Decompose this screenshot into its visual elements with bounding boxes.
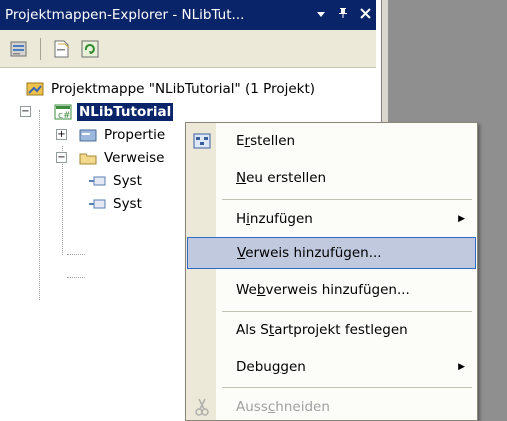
tree-guide-line [67, 277, 85, 278]
references-folder-icon [79, 149, 97, 167]
menu-item-label: Ausschneiden [236, 399, 330, 415]
properties-label: Propertie [104, 127, 166, 143]
toolbar-separator [40, 37, 41, 60]
panel-titlebar[interactable]: Projektmappen-Explorer - NLibTut... [0, 0, 376, 30]
solution-label: Projektmappe "NLibTutorial" (1 Projekt) [51, 81, 316, 97]
show-all-files-icon[interactable] [51, 38, 73, 60]
menu-item-label: Erstellen [236, 133, 296, 149]
menu-item-rebuild[interactable]: Neu erstellen [186, 162, 477, 194]
assembly-reference-icon [88, 172, 106, 190]
menu-item-label: Als Startprojekt festlegen [236, 322, 408, 338]
menu-separator [222, 199, 472, 200]
menu-separator [222, 387, 472, 388]
svg-text:c#: c# [58, 111, 71, 121]
panel-title: Projektmappen-Explorer - NLibTut... [5, 7, 245, 23]
menu-item-debug[interactable]: Debuggen ▶ [186, 351, 477, 383]
tree-node-properties[interactable]: + Propertie [56, 124, 167, 146]
reference-label: Syst [113, 196, 142, 212]
menu-item-label: Neu erstellen [236, 170, 327, 186]
expand-expander[interactable]: + [56, 129, 67, 140]
properties-icon[interactable] [8, 38, 30, 60]
tree-node-reference[interactable]: Syst [88, 193, 144, 215]
tree-node-solution[interactable]: Projektmappe "NLibTutorial" (1 Projekt) [26, 78, 317, 100]
menu-item-label: Hinzufügen [236, 211, 313, 227]
references-label: Verweise [104, 150, 165, 166]
tree-node-references[interactable]: − Verweise [56, 147, 166, 169]
explorer-toolbar [0, 30, 376, 68]
refresh-icon[interactable] [79, 38, 101, 60]
scissors-icon [192, 397, 212, 417]
menu-item-cut[interactable]: Ausschneiden [186, 391, 477, 421]
tree-guide-line [39, 110, 40, 300]
menu-item-set-startup-project[interactable]: Als Startprojekt festlegen [186, 314, 477, 346]
submenu-arrow-icon: ▶ [458, 214, 465, 224]
menu-item-label: Webverweis hinzufügen... [236, 282, 410, 298]
menu-item-label: Verweis hinzufügen... [237, 245, 382, 261]
tree-node-reference[interactable]: Syst [88, 170, 144, 192]
solution-icon [26, 80, 44, 98]
assembly-reference-icon [88, 195, 106, 213]
reference-label: Syst [113, 173, 142, 189]
collapse-expander[interactable]: − [56, 152, 67, 163]
menu-item-add-reference[interactable]: Verweis hinzufügen... [187, 237, 476, 269]
context-menu: Erstellen Neu erstellen Hinzufügen ▶ Ver… [185, 122, 478, 421]
close-icon[interactable] [354, 7, 376, 23]
menu-item-label: Debuggen [236, 359, 306, 375]
menu-item-build[interactable]: Erstellen [186, 125, 477, 157]
window-position-dropdown-icon[interactable] [310, 8, 332, 23]
auto-hide-pin-icon[interactable] [332, 7, 354, 23]
properties-folder-icon [79, 126, 97, 144]
menu-item-add[interactable]: Hinzufügen ▶ [186, 203, 477, 235]
project-label: NLibTutorial [77, 103, 174, 121]
menu-item-add-web-reference[interactable]: Webverweis hinzufügen... [186, 274, 477, 306]
menu-separator [222, 311, 472, 312]
tree-guide-line [67, 254, 85, 255]
tree-node-project[interactable]: − c# NLibTutorial [20, 101, 174, 123]
submenu-arrow-icon: ▶ [458, 362, 465, 372]
csharp-project-icon: c# [54, 103, 72, 121]
collapse-expander[interactable]: − [20, 106, 31, 117]
build-icon [192, 131, 212, 151]
